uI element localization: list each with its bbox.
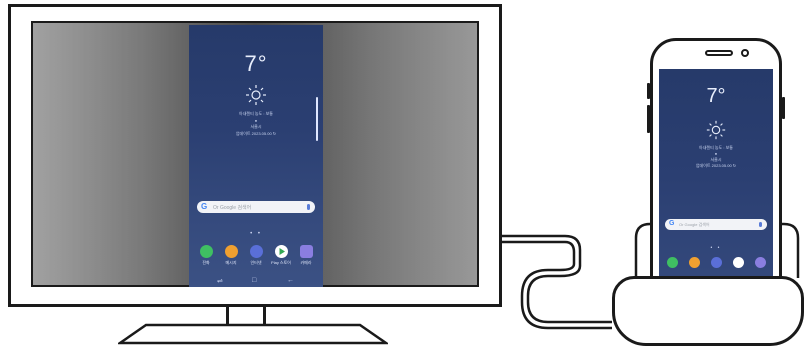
- search-placeholder: Or Google 검색어: [213, 205, 252, 211]
- mirrored-phone-screen[interactable]: 7° 아내렌티 농도 : 보통 ● 서울시 업데이트 2023.05.00 ↻ …: [189, 25, 323, 287]
- app-dock: 전화 메시지 인터넷 Play 스토어 카메라: [195, 245, 317, 275]
- dex-dock-base: [612, 276, 804, 346]
- back-icon[interactable]: ←: [287, 277, 294, 284]
- app-label: 메시지: [225, 260, 237, 265]
- play-store-icon: [274, 245, 288, 258]
- app-phone[interactable]: 전화: [195, 245, 217, 266]
- google-g-icon: G: [201, 202, 208, 211]
- internet-icon: [249, 245, 263, 258]
- clock-time: 7°: [244, 51, 268, 76]
- google-search-bar[interactable]: G Or Google 검색어: [665, 219, 767, 230]
- navigation-bar: ⇌ □ ←: [189, 277, 323, 287]
- phone-icon: [666, 257, 678, 268]
- sun-weather-icon: [706, 120, 726, 140]
- app-messages[interactable]: 메시지: [220, 245, 242, 266]
- app-label: Play 스토어: [271, 260, 291, 265]
- camera-icon: [754, 257, 766, 268]
- app-camera[interactable]: 카메라: [295, 245, 317, 266]
- app-phone[interactable]: [663, 257, 681, 269]
- phone-screen[interactable]: 7° 아내렌티 농도 : 보통 ● 서울시 업데이트 2023.05.00 ↻ …: [659, 69, 773, 309]
- scroll-indicator: [316, 97, 318, 141]
- app-label: 카메라: [300, 260, 312, 265]
- volume-button[interactable]: [647, 105, 650, 133]
- app-label: 인터넷: [250, 260, 262, 265]
- home-icon[interactable]: □: [252, 277, 256, 284]
- mic-icon[interactable]: [759, 222, 762, 227]
- google-search-bar[interactable]: G Or Google 검색어: [197, 201, 315, 213]
- message-icon: [688, 257, 700, 268]
- app-messages[interactable]: [685, 257, 703, 269]
- app-internet[interactable]: [707, 257, 725, 269]
- play-store-icon: [732, 257, 744, 268]
- weather-updated: 업데이트 2023.05.00 ↻: [235, 131, 277, 136]
- page-indicator: • •: [250, 231, 262, 237]
- weather-air-quality: 아내렌티 농도 : 보통: [239, 111, 273, 116]
- app-internet[interactable]: 인터넷: [245, 245, 267, 266]
- power-button[interactable]: [782, 97, 785, 119]
- app-play-store[interactable]: [729, 257, 747, 269]
- google-g-icon: G: [669, 220, 675, 227]
- monitor: 7° 아내렌티 농도 : 보통 ● 서울시 업데이트 2023.05.00 ↻ …: [8, 4, 502, 307]
- internet-icon: [710, 257, 722, 268]
- mic-icon[interactable]: [307, 204, 310, 210]
- app-play-store[interactable]: Play 스토어: [270, 245, 292, 266]
- app-dock: [663, 257, 769, 273]
- monitor-stand-base: [118, 323, 388, 345]
- front-camera-icon: [741, 49, 749, 57]
- bixby-button[interactable]: [647, 83, 650, 99]
- app-camera[interactable]: [751, 257, 769, 269]
- sun-weather-icon: [246, 85, 266, 105]
- weather-location: 서울시: [250, 124, 262, 129]
- weather-updated: 업데이트 2023.05.00 ↻: [695, 163, 737, 168]
- search-placeholder: Or Google 검색어: [679, 222, 710, 227]
- smartphone: 7° 아내렌티 농도 : 보통 ● 서울시 업데이트 2023.05.00 ↻ …: [647, 38, 785, 309]
- app-label: 전화: [202, 260, 210, 265]
- earpiece-speaker: [705, 50, 733, 56]
- recent-apps-icon[interactable]: ⇌: [217, 277, 223, 285]
- page-indicator: • •: [710, 245, 722, 251]
- phone-icon: [199, 245, 213, 258]
- camera-icon: [299, 245, 313, 258]
- clock-time: 7°: [706, 85, 726, 107]
- message-icon: [224, 245, 238, 258]
